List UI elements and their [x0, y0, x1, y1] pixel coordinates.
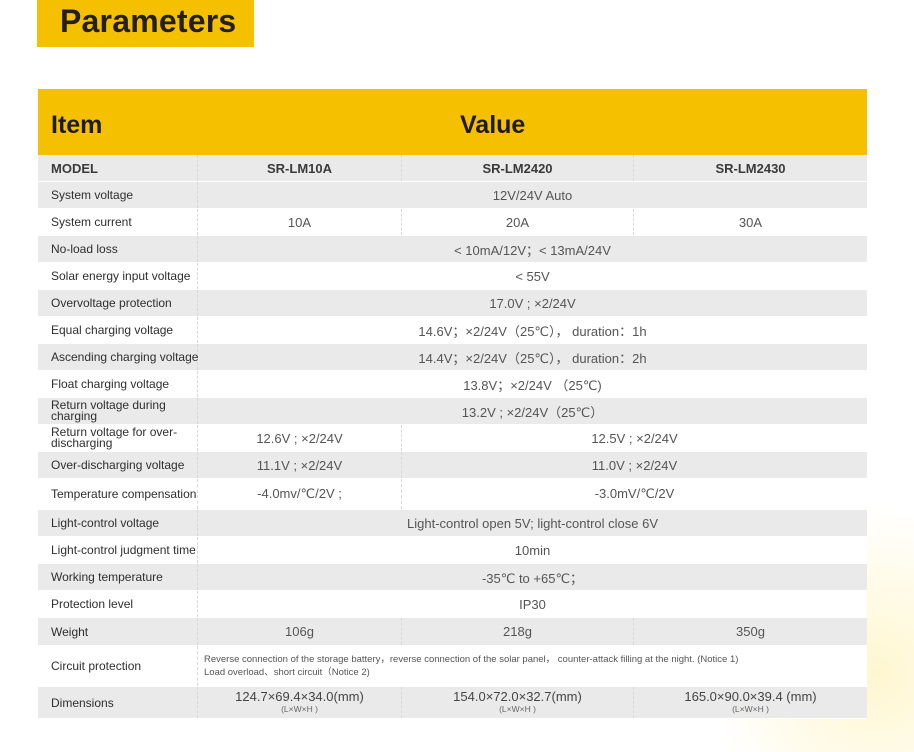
dimension-value: 165.0×90.0×39.4 (mm): [684, 688, 817, 704]
value-cell: 17.0V ; ×2/24V: [489, 295, 576, 311]
value-cell: 124.7×69.4×34.0(mm) (L×W×H ): [198, 687, 402, 718]
value-cell: -3.0mV/℃/2V: [594, 486, 675, 501]
table-row: Overvoltage protection 17.0V ; ×2/24V: [38, 290, 867, 317]
table-row-model: MODEL SR-LM10A SR-LM2420 SR-LM2430: [38, 155, 867, 182]
table-row: Working temperature -35℃ to +65℃；: [38, 564, 867, 591]
model-cell: SR-LM10A: [198, 155, 402, 181]
value-cell: 165.0×90.0×39.4 (mm) (L×W×H ): [634, 687, 867, 718]
value-cell: 154.0×72.0×32.7(mm) (L×W×H ): [402, 687, 634, 718]
value-cell: -35℃ to +65℃；: [481, 570, 584, 586]
row-label: Dimensions: [38, 687, 198, 718]
table-row: Float charging voltage 13.8V；×2/24V （25℃…: [38, 371, 867, 398]
value-cell: 10min: [514, 542, 551, 558]
row-label: Equal charging voltage: [38, 317, 198, 343]
table-row: Protection level IP30: [38, 591, 867, 618]
row-label: Float charging voltage: [38, 371, 198, 397]
value-cell: Light-control open 5V; light-control clo…: [407, 515, 658, 531]
value-cell: 14.6V；×2/24V（25℃）， duration：1h: [418, 323, 647, 339]
row-label: Over-discharging voltage: [38, 452, 198, 478]
value-cell: < 10mA/12V；< 13mA/24V: [454, 242, 611, 258]
value-cell: 218g: [402, 618, 634, 645]
value-cell: 11.1V ; ×2/24V: [198, 452, 402, 478]
value-cell: 106g: [198, 618, 402, 645]
table-row: No-load loss < 10mA/12V；< 13mA/24V: [38, 236, 867, 263]
value-cell: Reverse connection of the storage batter…: [198, 646, 867, 686]
value-cell: 14.4V；×2/24V（25℃）， duration：2h: [418, 350, 647, 366]
value-cell: -4.0mv/℃/2V ;: [198, 479, 402, 509]
row-label: Light-control judgment time: [38, 537, 198, 563]
title-banner: Parameters: [37, 0, 254, 47]
row-label: Weight: [38, 618, 198, 645]
dimension-unit: (L×W×H ): [499, 703, 536, 714]
value-cell: 30A: [738, 214, 763, 230]
row-label: MODEL: [38, 155, 198, 181]
value-cell: 350g: [736, 624, 765, 639]
value-cell: 10A: [198, 209, 402, 235]
dimension-value: 124.7×69.4×34.0(mm): [235, 688, 364, 704]
table-row: System current 10A 20A 30A: [38, 209, 867, 236]
value-cell: 11.0V ; ×2/24V: [591, 457, 678, 473]
model-cell: SR-LM2420: [402, 155, 634, 181]
row-label: Working temperature: [38, 564, 198, 590]
table-header: Item Value: [38, 89, 867, 155]
table-row: Ascending charging voltage 14.4V；×2/24V（…: [38, 344, 867, 371]
table-row: Return voltage during charging 13.2V ; ×…: [38, 398, 867, 425]
row-label: System current: [38, 209, 198, 235]
dimension-value: 154.0×72.0×32.7(mm): [453, 688, 582, 704]
value-cell: 13.8V；×2/24V （25℃): [463, 377, 602, 393]
value-cell: < 55V: [515, 268, 550, 284]
value-cell: 13.2V ; ×2/24V（25℃）: [461, 404, 604, 420]
table-row: Solar energy input voltage < 55V: [38, 263, 867, 290]
table-row: Equal charging voltage 14.6V；×2/24V（25℃）…: [38, 317, 867, 344]
table-row: Return voltage for over-discharging 12.6…: [38, 425, 867, 452]
table-row: Light-control judgment time 10min: [38, 537, 867, 564]
row-label: Light-control voltage: [38, 510, 198, 536]
row-label: No-load loss: [38, 236, 198, 262]
table-row: Temperature compensation -4.0mv/℃/2V ; -…: [38, 479, 867, 510]
value-cell: 12.5V ; ×2/24V: [591, 430, 678, 446]
header-value: Value: [460, 111, 526, 139]
value-cell: 20A: [402, 209, 634, 235]
row-label: Ascending charging voltage: [38, 344, 198, 370]
dimension-unit: (L×W×H ): [732, 703, 769, 714]
value-cell: IP30: [519, 596, 546, 612]
table-row: System voltage 12V/24V Auto: [38, 182, 867, 209]
row-label: Circuit protection: [38, 646, 198, 686]
row-label: Return voltage during charging: [38, 398, 198, 424]
protection-line: Load overload、short circuit（Notice 2): [204, 667, 370, 678]
row-label: Return voltage for over-discharging: [38, 425, 198, 451]
table-row: Weight 106g 218g 350g: [38, 618, 867, 646]
dimension-unit: (L×W×H ): [281, 703, 318, 714]
table-row: Light-control voltage Light-control open…: [38, 510, 867, 537]
row-label: System voltage: [38, 182, 198, 208]
table-row: Circuit protection Reverse connection of…: [38, 646, 867, 687]
row-label: Temperature compensation: [38, 479, 198, 509]
value-cell: 12.6V ; ×2/24V: [198, 425, 402, 451]
row-label: Overvoltage protection: [38, 290, 198, 316]
table-row: Over-discharging voltage 11.1V ; ×2/24V …: [38, 452, 867, 479]
header-item: Item: [51, 111, 103, 139]
parameters-table: Item Value MODEL SR-LM10A SR-LM2420 SR-L…: [38, 89, 867, 719]
protection-line: Reverse connection of the storage batter…: [204, 654, 739, 665]
row-label: Solar energy input voltage: [38, 263, 198, 289]
table-row: Dimensions 124.7×69.4×34.0(mm) (L×W×H ) …: [38, 687, 867, 719]
value-cell: 12V/24V Auto: [492, 187, 573, 203]
row-label: Protection level: [38, 591, 198, 617]
model-cell: SR-LM2430: [715, 160, 786, 176]
page-title: Parameters: [60, 3, 237, 39]
